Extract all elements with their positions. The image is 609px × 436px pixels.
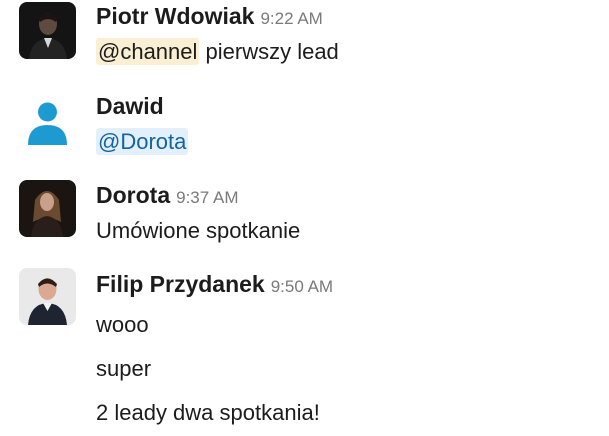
channel-mention[interactable]: @channel (96, 38, 200, 65)
author-name[interactable]: Dawid (96, 92, 164, 120)
author-name[interactable]: Dorota 9:37 AM (96, 181, 239, 212)
avatar-dorota[interactable] (19, 180, 76, 237)
author-name-text[interactable]: Dorota (96, 182, 170, 208)
author-name[interactable]: Filip Przydanek 9:50 AM (96, 270, 333, 301)
default-user-icon (19, 92, 76, 149)
avatar-dawid[interactable] (19, 92, 76, 149)
timestamp[interactable]: 9:50 AM (271, 277, 333, 296)
author-name[interactable]: Piotr Wdowiak 9:22 AM (96, 2, 323, 33)
user-photo-icon (19, 268, 76, 325)
timestamp[interactable]: 9:37 AM (176, 188, 238, 207)
author-name-text[interactable]: Piotr Wdowiak (96, 3, 254, 29)
message-text: Umówione spotkanie (96, 218, 301, 243)
message-list: Piotr Wdowiak 9:22 AM @channel pierwszy l… (0, 0, 609, 436)
avatar-piotr-wdowiak[interactable] (19, 2, 76, 59)
message-text: 2 leady dwa spotkania! (96, 400, 320, 425)
user-mention[interactable]: @Dorota (96, 128, 189, 155)
message-text: @Dorota (96, 128, 189, 156)
author-name-text[interactable]: Dawid (96, 93, 164, 119)
author-name-text[interactable]: Filip Przydanek (96, 271, 265, 297)
avatar-filip-przydanek[interactable] (19, 268, 76, 325)
message-text: wooo (96, 312, 149, 337)
timestamp[interactable]: 9:22 AM (260, 9, 322, 28)
message-body: pierwszy lead (199, 39, 339, 64)
message-text: @channel pierwszy lead (96, 38, 339, 66)
user-photo-icon (19, 2, 76, 59)
user-photo-icon (19, 180, 76, 237)
message-text: super (96, 356, 152, 381)
